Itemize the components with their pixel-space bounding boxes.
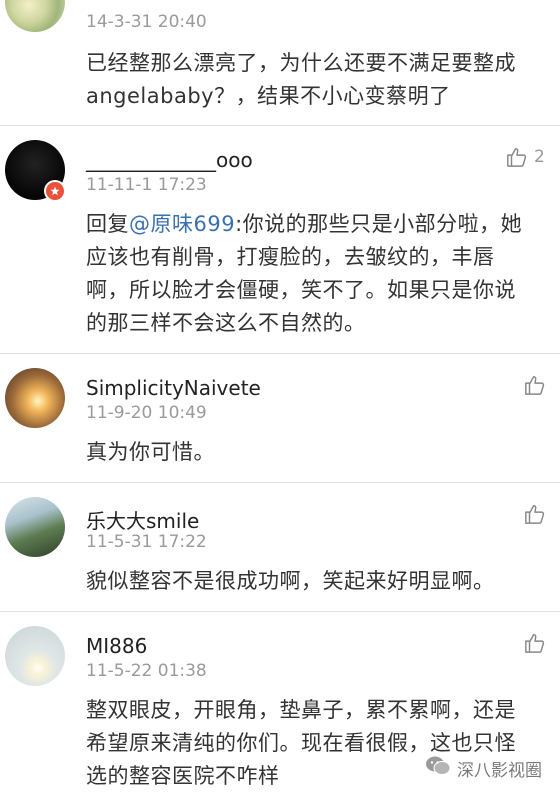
comment-text: 已经整那么漂亮了，为什么还要不满足要整成angelababy？，结果不小心变蔡明… [86,51,516,108]
thumbs-up-icon [524,503,546,525]
reply-prefix: 回复 [86,212,129,236]
comment-text: 回复@原味699:你说的那些只是小部分啦，她应该也有削骨，打瘦脸的，去皱纹的，丰… [86,208,536,340]
comment-author[interactable]: _____________ooo [86,148,253,172]
comment-time: 14-3-31 20:40 [86,12,207,32]
like-count: 2 [534,147,545,167]
watermark: 深八影视圈 [425,755,542,782]
comment-time: 11-9-20 10:49 [86,403,207,423]
comment-author[interactable]: SimplicityNaivete [86,376,261,400]
thumbs-up-icon [524,374,546,396]
watermark-text: 深八影视圈 [457,761,542,781]
avatar[interactable] [5,497,65,557]
comment-author[interactable]: 乐大大smile [86,505,199,534]
thumbs-up-icon [524,632,546,654]
avatar[interactable] [5,0,65,32]
like-button[interactable] [524,632,546,654]
comment-time: 11-11-1 17:23 [86,175,207,195]
comment-text: 真为你可惜。 [86,440,215,464]
comment-item: 乐大大smile 11-5-31 17:22 貌似整容不是很成功啊，笑起来好明显… [0,483,560,611]
avatar[interactable] [5,626,65,686]
wechat-icon [425,755,451,782]
comment-item: 14-3-31 20:40 已经整那么漂亮了，为什么还要不满足要整成angela… [0,0,560,125]
like-button[interactable]: 2 [506,146,545,168]
like-button[interactable] [524,503,546,525]
comment-author[interactable]: MI886 [86,634,147,658]
verified-badge-icon [44,180,66,202]
thumbs-up-icon [506,146,528,168]
avatar[interactable] [5,368,65,428]
comment-time: 11-5-22 01:38 [86,661,207,681]
comment-item: SimplicityNaivete 11-9-20 10:49 真为你可惜。 [0,354,560,482]
comment-time: 11-5-31 17:22 [86,532,207,552]
comment-item: _____________ooo 2 11-11-1 17:23 回复@原味69… [0,126,560,353]
like-button[interactable] [524,374,546,396]
mention-link[interactable]: @原味699 [129,212,235,236]
comment-text: 貌似整容不是很成功啊，笑起来好明显啊。 [86,569,495,593]
